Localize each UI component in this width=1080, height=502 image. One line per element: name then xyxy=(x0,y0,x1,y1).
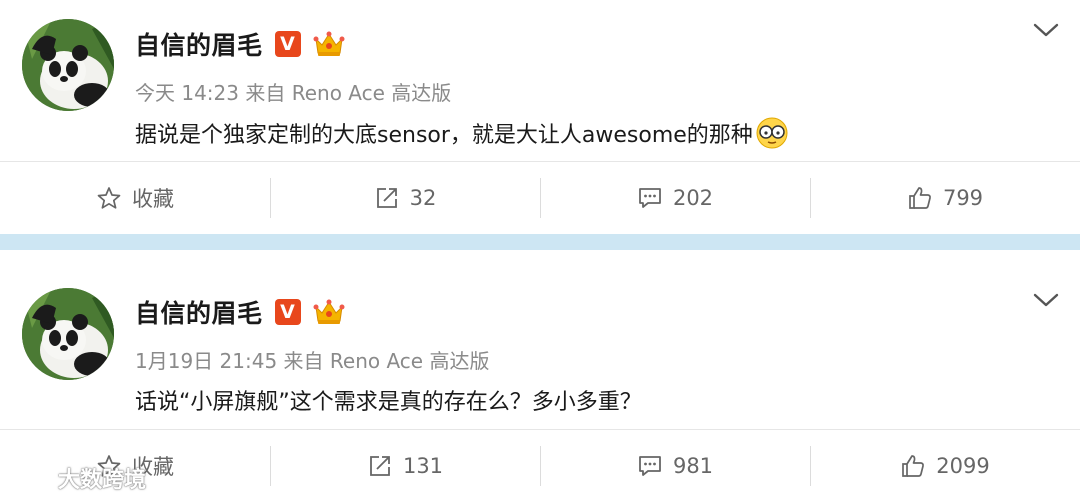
post-meta: 1月19日 21:45 来自 Reno Ace 高达版 xyxy=(135,345,489,374)
post-text: 据说是个独家定制的大底sensor，就是大让人awesome的那种 xyxy=(135,123,753,148)
comment-count: 202 xyxy=(672,186,714,210)
thumbs-up-icon xyxy=(909,187,931,209)
action-bar: 收藏 32 202 799 xyxy=(0,162,1080,234)
watermark: 大数跨境 xyxy=(8,462,146,494)
panda-avatar-image xyxy=(22,288,114,380)
thumbs-up-icon xyxy=(902,455,925,477)
avatar[interactable] xyxy=(22,19,114,111)
panda-avatar-image xyxy=(22,19,114,111)
verified-badge: V xyxy=(274,31,301,57)
avatar[interactable] xyxy=(22,288,114,380)
weibo-post: 自信的眉毛 V 1月19日 21:45 来自 Reno Ace 高达版 话说“小… xyxy=(0,250,1080,498)
like-count: 799 xyxy=(942,186,984,210)
comment-count: 981 xyxy=(672,454,714,478)
comment-icon xyxy=(639,188,661,208)
star-icon xyxy=(97,187,121,209)
favorite-button[interactable]: 收藏 xyxy=(0,162,270,234)
post-source: 来自 Reno Ace 高达版 xyxy=(245,81,452,105)
repost-icon xyxy=(376,188,397,208)
repost-count: 32 xyxy=(409,186,437,210)
watermark-text: 大数跨境 xyxy=(58,468,147,493)
comment-icon xyxy=(639,456,661,476)
action-bar: 收藏 131 981 2099 xyxy=(0,430,1080,502)
comment-button[interactable]: 981 xyxy=(540,430,810,502)
repost-count: 131 xyxy=(402,454,444,478)
post-text: 话说“小屏旗舰”这个需求是真的存在么？多小多重？ xyxy=(135,390,642,415)
user-name-row: 自信的眉毛 V xyxy=(135,294,345,330)
post-meta: 今天 14:23 来自 Reno Ace 高达版 xyxy=(135,77,451,106)
user-name[interactable]: 自信的眉毛 xyxy=(135,26,263,62)
crown-icon xyxy=(313,31,345,56)
post-content: 话说“小屏旗舰”这个需求是真的存在么？多小多重？ xyxy=(135,384,642,416)
post-content: 据说是个独家定制的大底sensor，就是大让人awesome的那种 xyxy=(135,116,789,150)
repost-button[interactable]: 131 xyxy=(270,430,540,502)
repost-icon xyxy=(370,456,390,476)
weibo-logo-icon xyxy=(9,471,52,489)
glasses-emoji xyxy=(756,117,788,149)
post-source: 来自 Reno Ace 高达版 xyxy=(283,349,490,373)
favorite-label: 收藏 xyxy=(132,187,174,211)
chevron-down-icon[interactable] xyxy=(1032,290,1060,310)
like-count: 2099 xyxy=(936,454,990,478)
comment-button[interactable]: 202 xyxy=(540,162,810,234)
chevron-down-icon[interactable] xyxy=(1032,20,1060,40)
weibo-post: 自信的眉毛 V 今天 14:23 来自 Reno Ace 高达版 据说是个独家定… xyxy=(0,0,1080,234)
like-button[interactable]: 799 xyxy=(810,162,1080,234)
post-timestamp: 今天 14:23 xyxy=(135,81,239,105)
repost-button[interactable]: 32 xyxy=(270,162,540,234)
verified-badge: V xyxy=(274,299,301,325)
like-button[interactable]: 2099 xyxy=(810,430,1080,502)
post-timestamp: 1月19日 21:45 xyxy=(135,349,278,373)
feed-separator xyxy=(0,234,1080,250)
user-name[interactable]: 自信的眉毛 xyxy=(135,294,263,330)
crown-icon xyxy=(313,299,345,324)
user-name-row: 自信的眉毛 V xyxy=(135,26,345,62)
